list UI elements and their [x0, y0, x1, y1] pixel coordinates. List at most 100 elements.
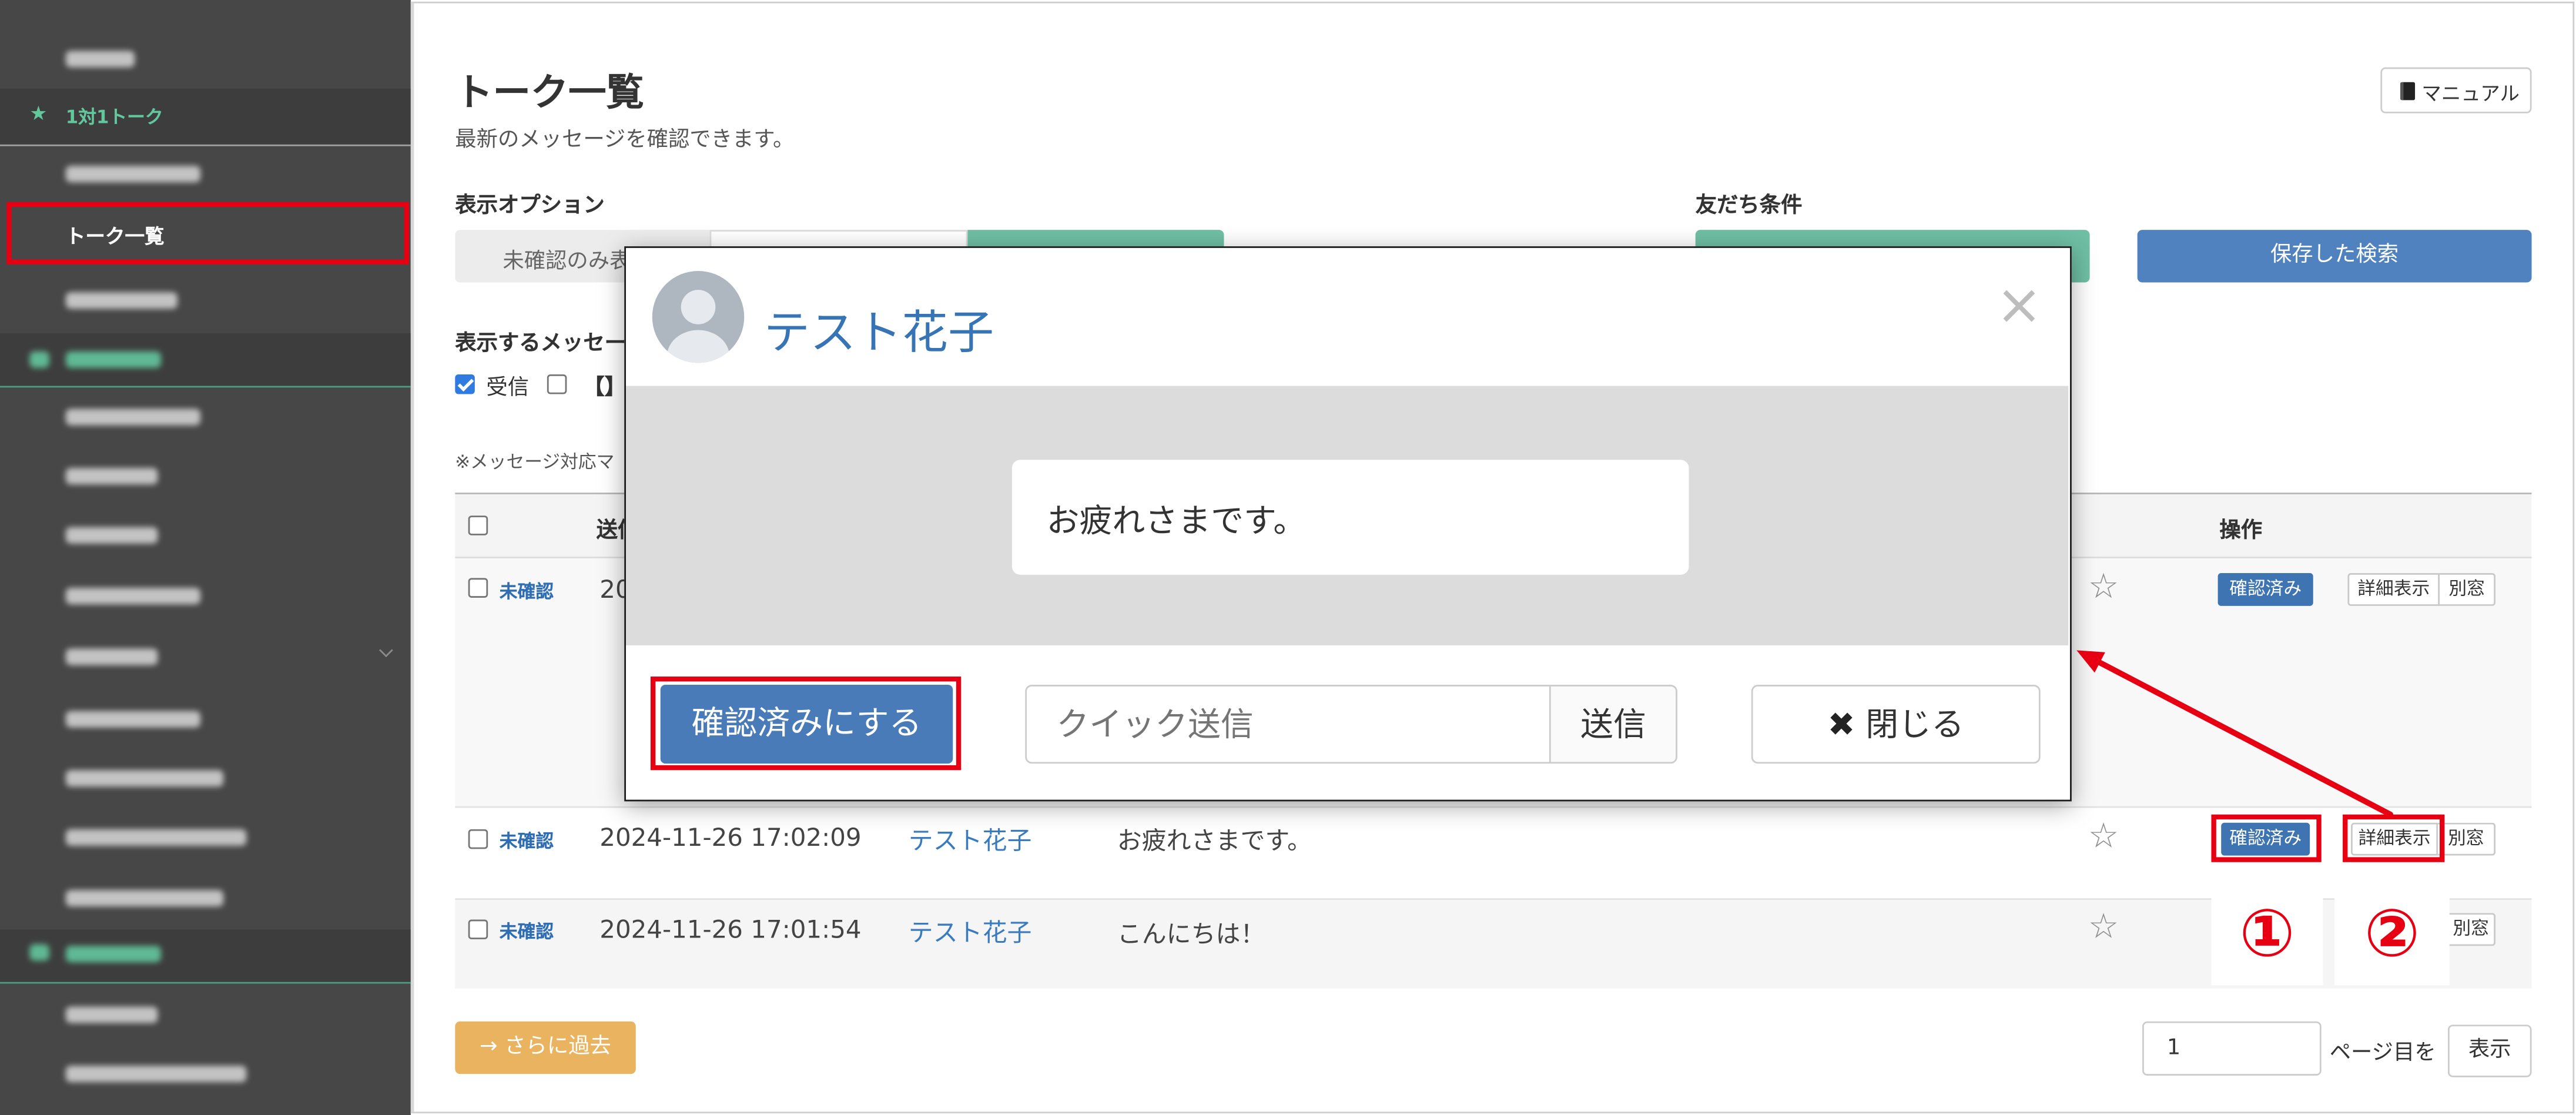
filter-unconfirmed-label: 未確認のみ表: [503, 249, 631, 274]
screen: ★ 1対1トーク トーク一覧 トーク一覧 最新のメッセージを確認できます。 マニ…: [0, 0, 2576, 1115]
page-subtitle: 最新のメッセージを確認できます。: [455, 128, 795, 153]
row-datetime: 2024-11-26 17:01:54: [599, 915, 862, 945]
sidebar-section-blurred[interactable]: [0, 333, 411, 388]
message-bubble: お疲れさまです。: [1011, 460, 1689, 575]
saved-search-label: 保存した検索: [2270, 243, 2399, 268]
sidebar-item-blurred[interactable]: [0, 757, 411, 803]
saved-search-button[interactable]: 保存した検索: [2137, 230, 2532, 283]
status-link[interactable]: 未確認: [500, 828, 554, 854]
sidebar-item-blurred[interactable]: [0, 279, 411, 325]
quick-send-button[interactable]: 送信: [1549, 685, 1677, 764]
annotation-highlight-box: [2211, 814, 2322, 862]
sidebar-section-blurred[interactable]: [0, 929, 411, 984]
column-header-actions: 操作: [2219, 518, 2263, 544]
manual-button[interactable]: マニュアル: [2380, 67, 2532, 113]
new-window-button[interactable]: 別窓: [2446, 913, 2496, 946]
blurred-label: [65, 588, 201, 605]
blurred-label: [65, 829, 247, 846]
sidebar-item-blurred[interactable]: [0, 396, 411, 441]
sidebar-item-blurred[interactable]: [0, 698, 411, 744]
blurred-label: [65, 1006, 158, 1023]
sidebar-section-1on1[interactable]: ★ 1対1トーク: [0, 88, 411, 146]
blurred-label: [65, 890, 224, 907]
message-text: お疲れさまです。: [1046, 501, 1307, 541]
user-avatar-icon: [666, 290, 730, 363]
blurred-label: [65, 648, 158, 665]
modal-friend-name[interactable]: テスト花子: [764, 297, 994, 363]
star-icon[interactable]: ☆: [2088, 909, 2119, 945]
page-title: トーク一覧: [455, 72, 644, 115]
blurred-label: [65, 770, 224, 787]
quick-send-input[interactable]: [1025, 685, 1551, 764]
annotation-highlight-box: [6, 202, 410, 264]
star-icon[interactable]: ☆: [2088, 819, 2119, 854]
received-label: 受信: [486, 376, 530, 401]
show-page-button[interactable]: 表示: [2447, 1024, 2532, 1077]
confirm-button[interactable]: 確認済み: [2217, 573, 2313, 606]
received-checkbox[interactable]: [455, 374, 475, 394]
other-checkbox[interactable]: [547, 374, 567, 394]
older-messages-button[interactable]: → さらに過去: [455, 1021, 636, 1074]
annotation-highlight-box: [650, 677, 962, 771]
new-window-button[interactable]: 別窓: [2439, 573, 2496, 606]
status-link[interactable]: 未確認: [500, 918, 554, 945]
row-message: こんにちは！: [1117, 919, 1265, 949]
chevron-down-icon: [379, 643, 393, 658]
manual-button-label: マニュアル: [2421, 82, 2520, 105]
sidebar: ★ 1対1トーク トーク一覧: [0, 0, 411, 1115]
page-suffix-label: ページ目を: [2329, 1041, 2436, 1066]
book-icon: [2400, 82, 2416, 101]
friend-name-link[interactable]: テスト花子: [909, 823, 1032, 858]
friend-name-link[interactable]: テスト花子: [909, 915, 1032, 949]
select-all-checkbox[interactable]: [468, 515, 488, 535]
page-number-input[interactable]: [2142, 1021, 2322, 1076]
older-messages-label: → さらに過去: [480, 1034, 611, 1060]
row-datetime: 2024-11-26 17:02:09: [599, 822, 862, 852]
modal-close-button[interactable]: ✖ 閉じる: [1751, 685, 2041, 764]
sidebar-item-blurred[interactable]: [0, 1053, 411, 1099]
avatar: [652, 270, 745, 363]
row-checkbox[interactable]: [468, 829, 488, 849]
sidebar-item-blurred[interactable]: [0, 151, 411, 197]
blurred-label: [65, 527, 158, 544]
show-page-label: 表示: [2468, 1037, 2511, 1063]
message-filter-label: 表示するメッセー: [455, 332, 627, 357]
blurred-label: [65, 351, 161, 368]
row-checkbox[interactable]: [468, 919, 488, 940]
blurred-icon: [29, 944, 49, 961]
blurred-label: [65, 409, 201, 426]
close-icon[interactable]: ×: [1994, 273, 2044, 339]
talk-detail-modal: テスト花子 × お疲れさまです。 確認済みにする 送信 ✖ 閉じる: [624, 246, 2072, 802]
sidebar-item-blurred[interactable]: [0, 36, 411, 82]
row-message: お疲れさまです。: [1117, 826, 1312, 856]
status-link[interactable]: 未確認: [500, 578, 554, 604]
sidebar-item-blurred[interactable]: [0, 993, 411, 1039]
blurred-label: [65, 946, 161, 963]
star-icon[interactable]: ☆: [2088, 569, 2119, 604]
note-text: ※メッセージ対応マ: [455, 451, 615, 473]
blurred-icon: [29, 351, 49, 368]
sidebar-item-blurred[interactable]: [0, 514, 411, 560]
annotation-step-1: ①: [2211, 883, 2323, 986]
sidebar-item-blurred[interactable]: [0, 455, 411, 501]
blurred-label: [65, 468, 158, 485]
blurred-label: [65, 1066, 247, 1083]
detail-button[interactable]: 詳細表示: [2347, 573, 2440, 606]
star-icon: ★: [29, 102, 48, 125]
annotation-highlight-box: [2343, 814, 2445, 862]
blurred-label: [65, 51, 135, 68]
modal-close-label: 閉じる: [1865, 704, 1964, 744]
annotation-step-2: ②: [2334, 883, 2450, 986]
display-options-label: 表示オプション: [455, 193, 605, 219]
row-checkbox[interactable]: [468, 578, 488, 598]
sidebar-item-blurred[interactable]: [0, 816, 411, 862]
sidebar-item-blurred[interactable]: [0, 575, 411, 621]
sidebar-item-blurred[interactable]: [0, 635, 411, 681]
blurred-label: [65, 292, 177, 309]
other-label: 【】: [583, 376, 627, 401]
sidebar-item-blurred[interactable]: [0, 877, 411, 923]
new-window-button[interactable]: 別窓: [2438, 822, 2496, 856]
blurred-label: [65, 166, 201, 183]
friend-conditions-label: 友だち条件: [1695, 193, 1803, 219]
blurred-label: [65, 711, 201, 728]
